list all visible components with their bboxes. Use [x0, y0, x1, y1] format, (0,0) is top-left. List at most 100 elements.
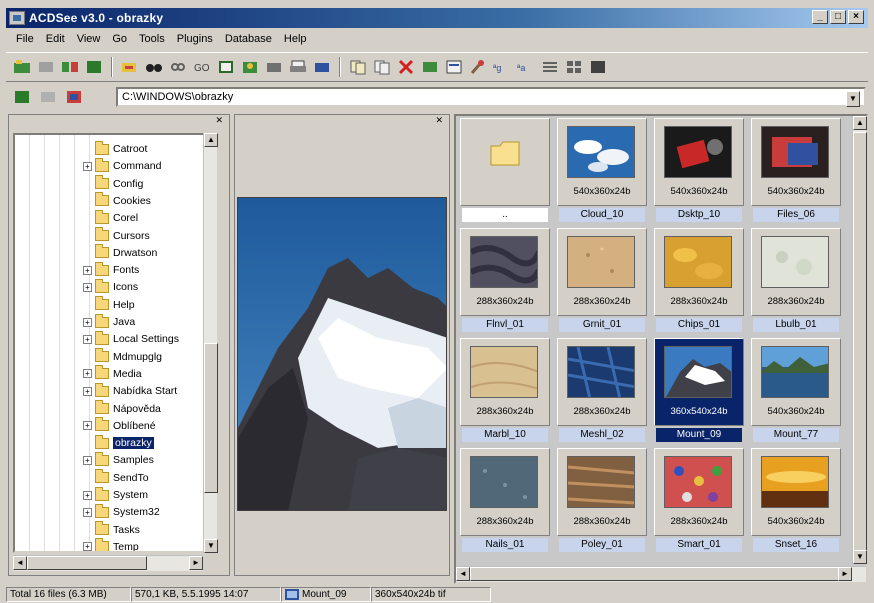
- tree-item[interactable]: SendTo: [95, 469, 149, 486]
- close-icon[interactable]: ✕: [215, 115, 223, 126]
- print-icon[interactable]: [288, 57, 308, 77]
- tree-item[interactable]: obrazky: [95, 434, 154, 451]
- scroll-down-icon[interactable]: ▼: [853, 550, 867, 564]
- close-icon[interactable]: ✕: [435, 115, 443, 126]
- list-hscroll-thumb[interactable]: [470, 567, 840, 581]
- tree-item[interactable]: + Local Settings: [83, 330, 179, 347]
- folder-tree-toggle-icon[interactable]: [12, 87, 32, 107]
- delete-icon[interactable]: [396, 57, 416, 77]
- wallpaper-icon[interactable]: [264, 57, 284, 77]
- scroll-right-icon[interactable]: ►: [189, 556, 203, 570]
- scroll-left-icon[interactable]: ◄: [456, 567, 470, 581]
- file-thumbnail[interactable]: 288x360x24b Chips_01: [654, 228, 744, 334]
- tree-item[interactable]: Drwatson: [95, 244, 157, 261]
- file-thumbnail[interactable]: 288x360x24b Smart_01: [654, 448, 744, 554]
- expand-icon[interactable]: +: [83, 421, 92, 431]
- tree-item[interactable]: + System: [83, 486, 148, 503]
- thumbnails-icon[interactable]: [60, 57, 80, 77]
- tree-item[interactable]: + Icons: [83, 278, 138, 295]
- scroll-up-icon[interactable]: ▲: [853, 116, 867, 130]
- list-horizontal-scrollbar[interactable]: ◄ ►: [456, 566, 866, 582]
- tree-item[interactable]: Cookies: [95, 192, 151, 209]
- find-icon[interactable]: [144, 57, 164, 77]
- file-thumbnail[interactable]: ..: [460, 118, 550, 224]
- tree-item[interactable]: + Oblíbené: [83, 417, 156, 434]
- file-thumbnail[interactable]: 288x360x24b Grnit_01: [557, 228, 647, 334]
- link-icon[interactable]: [168, 57, 188, 77]
- expand-icon[interactable]: +: [83, 490, 92, 500]
- open-dropdown-icon[interactable]: [120, 57, 140, 77]
- expand-icon[interactable]: +: [83, 282, 92, 292]
- file-thumbnail[interactable]: 288x360x24b Marbl_10: [460, 338, 550, 444]
- properties-icon[interactable]: [444, 57, 464, 77]
- goto-icon[interactable]: GO: [192, 57, 212, 77]
- menu-plugins[interactable]: Plugins: [171, 33, 219, 45]
- tree-item[interactable]: + Temp: [83, 538, 139, 551]
- file-thumbnail[interactable]: 360x540x24b Mount_09: [654, 338, 744, 444]
- tree-vertical-scrollbar[interactable]: ▲ ▼: [203, 133, 218, 553]
- tree-item[interactable]: Nápověda: [95, 400, 161, 417]
- rename-icon[interactable]: [420, 57, 440, 77]
- move-icon[interactable]: [372, 57, 392, 77]
- tree-item[interactable]: Mdmupglg: [95, 348, 162, 365]
- favorites-icon[interactable]: [64, 87, 84, 107]
- scroll-right-icon[interactable]: ►: [838, 567, 852, 581]
- menu-help[interactable]: Help: [278, 33, 313, 45]
- file-thumbnail[interactable]: 540x360x24b Snset_16: [751, 448, 841, 554]
- menu-database[interactable]: Database: [219, 33, 278, 45]
- file-thumbnail[interactable]: 288x360x24b Nails_01: [460, 448, 550, 554]
- expand-icon[interactable]: +: [83, 334, 92, 344]
- tree-item[interactable]: + Command: [83, 157, 161, 174]
- tree-item[interactable]: Tasks: [95, 521, 140, 538]
- tree-item[interactable]: Corel: [95, 209, 138, 226]
- file-thumbnail[interactable]: 288x360x24b Meshl_02: [557, 338, 647, 444]
- expand-icon[interactable]: +: [83, 542, 92, 551]
- copy-icon[interactable]: [348, 57, 368, 77]
- preview-toggle-icon[interactable]: [38, 87, 58, 107]
- file-thumbnail[interactable]: 540x360x24b Cloud_10: [557, 118, 647, 224]
- tree-item[interactable]: Help: [95, 296, 135, 313]
- list-vertical-scrollbar[interactable]: ▲ ▼: [852, 116, 867, 564]
- file-thumbnail[interactable]: 288x360x24b Lbulb_01: [751, 228, 841, 334]
- file-thumbnail[interactable]: 540x360x24b Dsktp_10: [654, 118, 744, 224]
- browse-icon[interactable]: [12, 57, 32, 77]
- slideshow-icon[interactable]: [216, 57, 236, 77]
- menu-edit[interactable]: Edit: [40, 33, 71, 45]
- minimize-button[interactable]: _: [812, 10, 828, 24]
- tree-item[interactable]: Cursors: [95, 227, 150, 244]
- tree-horizontal-scrollbar[interactable]: ◄ ►: [13, 555, 203, 571]
- tree-item[interactable]: + Fonts: [83, 261, 139, 278]
- chevron-down-icon[interactable]: ▼: [846, 91, 860, 107]
- tree-scroll-thumb[interactable]: [204, 343, 218, 493]
- tree-item[interactable]: + Samples: [83, 451, 154, 468]
- address-input[interactable]: C:\WINDOWS\obrazky ▼: [116, 87, 866, 107]
- scroll-left-icon[interactable]: ◄: [13, 556, 27, 570]
- expand-icon[interactable]: +: [83, 265, 92, 275]
- sort-icon[interactable]: ªg: [492, 57, 512, 77]
- file-thumbnail[interactable]: 288x360x24b Poley_01: [557, 448, 647, 554]
- expand-icon[interactable]: +: [83, 317, 92, 327]
- file-thumbnail[interactable]: 540x360x24b Files_06: [751, 118, 841, 224]
- view-icon[interactable]: [36, 57, 56, 77]
- list-scroll-thumb[interactable]: [853, 132, 867, 552]
- acquire-icon[interactable]: [240, 57, 260, 77]
- menu-file[interactable]: File: [10, 33, 40, 45]
- menu-go[interactable]: Go: [106, 33, 133, 45]
- menu-view[interactable]: View: [71, 33, 107, 45]
- sort-order-icon[interactable]: ªa: [516, 57, 536, 77]
- close-button[interactable]: ×: [848, 10, 864, 24]
- details-view-icon[interactable]: [540, 57, 560, 77]
- email-icon[interactable]: [312, 57, 332, 77]
- thumbnail-view-icon[interactable]: [588, 57, 608, 77]
- expand-icon[interactable]: +: [83, 455, 92, 465]
- maximize-button[interactable]: □: [830, 10, 846, 24]
- tree-item[interactable]: Config: [95, 175, 143, 192]
- expand-icon[interactable]: +: [83, 507, 92, 517]
- folder-tree[interactable]: Catroot + Command Config Cookies Corel Cursors…: [13, 133, 215, 553]
- mountain-preview-image[interactable]: [237, 197, 447, 511]
- tree-hscroll-thumb[interactable]: [27, 556, 147, 570]
- list-view-icon[interactable]: [564, 57, 584, 77]
- expand-icon[interactable]: +: [83, 369, 92, 379]
- file-thumbnail[interactable]: 540x360x24b Mount_77: [751, 338, 841, 444]
- tree-item[interactable]: + Nabídka Start: [83, 382, 177, 399]
